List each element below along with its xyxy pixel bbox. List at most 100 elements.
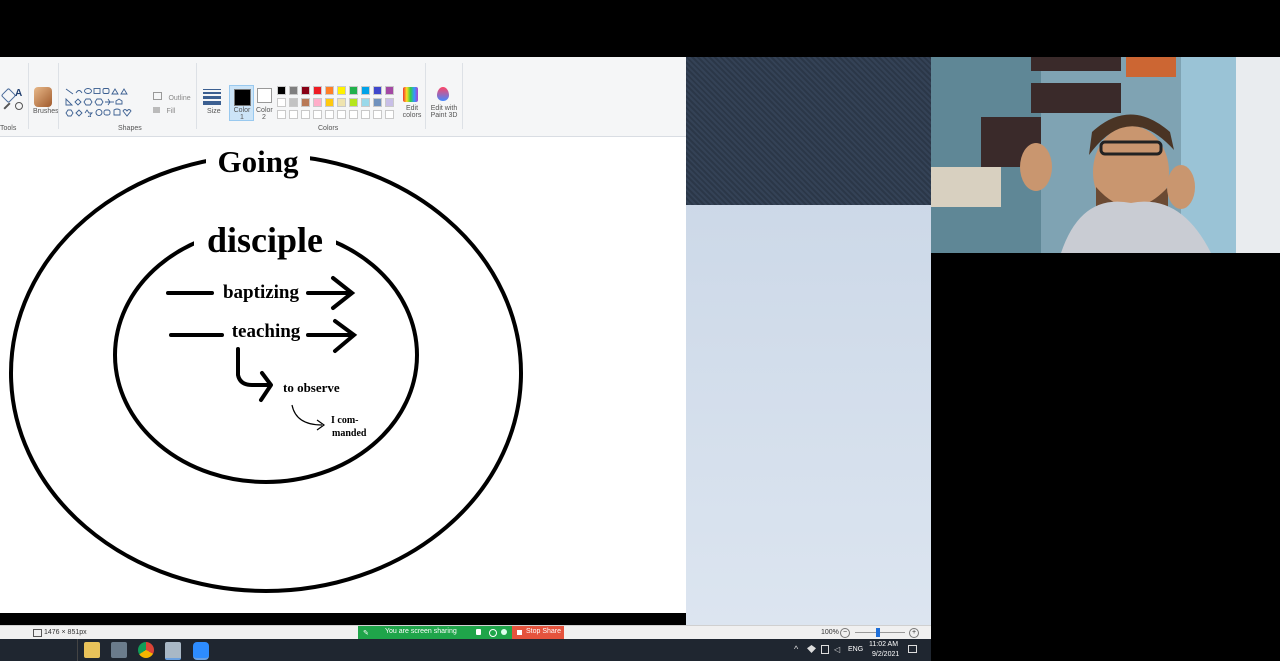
screen-share-bar: ✎ You are screen sharing Stop Share bbox=[358, 626, 564, 639]
custom-palette-swatch[interactable] bbox=[349, 110, 358, 119]
notification-icon[interactable] bbox=[908, 645, 917, 653]
commanded-label-line1: I com- bbox=[331, 415, 359, 426]
custom-palette-swatch[interactable] bbox=[385, 110, 394, 119]
palette-swatch[interactable] bbox=[313, 86, 322, 95]
fill-tool-icon[interactable] bbox=[0, 87, 17, 104]
clock-date[interactable]: 9/2/2021 bbox=[872, 651, 899, 658]
language-indicator[interactable]: ENG bbox=[848, 646, 863, 653]
going-label: Going bbox=[218, 144, 299, 179]
palette-swatch[interactable] bbox=[361, 98, 370, 107]
audio-icon[interactable] bbox=[476, 629, 481, 635]
tools-group-label: Tools bbox=[0, 125, 17, 132]
teaching-label: teaching bbox=[232, 321, 301, 342]
custom-palette-swatch[interactable] bbox=[313, 110, 322, 119]
paint3d-icon[interactable] bbox=[437, 87, 449, 101]
stop-share-label: Stop Share bbox=[526, 628, 562, 635]
more-icon[interactable] bbox=[501, 629, 507, 635]
palette-swatch[interactable] bbox=[337, 98, 346, 107]
outline-icon bbox=[153, 92, 162, 100]
brushes-label[interactable]: Brushes bbox=[33, 108, 59, 115]
colors-group-label: Colors bbox=[318, 125, 339, 132]
color2-label: Color 2 bbox=[256, 107, 273, 121]
palette-swatch[interactable] bbox=[361, 86, 370, 95]
palette-swatch[interactable] bbox=[277, 98, 286, 107]
taskbar-divider bbox=[77, 639, 78, 661]
paint-icon[interactable] bbox=[165, 642, 181, 660]
zoom-slider-thumb[interactable] bbox=[876, 628, 880, 637]
palette-swatch[interactable] bbox=[325, 98, 334, 107]
custom-palette-swatch[interactable] bbox=[289, 110, 298, 119]
disciple-label: disciple bbox=[207, 220, 323, 260]
baptizing-label: baptizing bbox=[223, 282, 300, 303]
commanded-arrow bbox=[291, 404, 326, 431]
clock-time[interactable]: 11:02 AM bbox=[869, 641, 898, 648]
sharing-indicator: ✎ You are screen sharing bbox=[358, 626, 512, 639]
palette-swatch[interactable] bbox=[373, 86, 382, 95]
webcam-video bbox=[931, 57, 1280, 253]
palette-swatch[interactable] bbox=[385, 86, 394, 95]
palette-swatch[interactable] bbox=[289, 98, 298, 107]
stop-share-button[interactable]: Stop Share bbox=[512, 626, 564, 639]
palette-swatch[interactable] bbox=[349, 98, 358, 107]
color-palette[interactable] bbox=[277, 86, 403, 122]
drawing-svg: Going disciple baptizing teaching to obs… bbox=[9, 143, 523, 593]
color-picker-icon[interactable] bbox=[3, 102, 11, 110]
custom-palette-swatch[interactable] bbox=[301, 110, 310, 119]
shapes-icons bbox=[65, 88, 132, 120]
file-explorer-icon[interactable] bbox=[84, 642, 100, 658]
observe-arrow bbox=[236, 347, 273, 402]
custom-palette-swatch[interactable] bbox=[325, 110, 334, 119]
custom-palette-swatch[interactable] bbox=[361, 110, 370, 119]
chevron-up-icon[interactable]: ^ bbox=[794, 644, 798, 654]
brushes-icon[interactable] bbox=[34, 87, 52, 107]
volume-icon[interactable]: ◁ bbox=[834, 645, 840, 654]
zoom-in-button[interactable]: + bbox=[909, 628, 919, 638]
palette-swatch[interactable] bbox=[313, 98, 322, 107]
shapes-group-label: Shapes bbox=[118, 125, 142, 132]
size-icon[interactable] bbox=[203, 89, 221, 105]
magnifier-icon[interactable] bbox=[15, 102, 23, 110]
pause-icon[interactable] bbox=[489, 629, 497, 637]
edit-colors-label[interactable]: Edit colors bbox=[402, 105, 422, 119]
custom-palette-swatch[interactable] bbox=[337, 110, 346, 119]
shapes-gallery[interactable] bbox=[64, 87, 146, 120]
stop-icon bbox=[517, 630, 522, 635]
palette-swatch[interactable] bbox=[277, 86, 286, 95]
app-icon[interactable] bbox=[111, 642, 127, 658]
observe-label: to observe bbox=[283, 380, 340, 395]
palette-swatch[interactable] bbox=[301, 86, 310, 95]
color2-button[interactable] bbox=[257, 88, 272, 103]
palette-swatch[interactable] bbox=[325, 86, 334, 95]
paint-canvas[interactable]: Going disciple baptizing teaching to obs… bbox=[0, 137, 686, 613]
webcam-scene bbox=[931, 57, 1280, 253]
text-tool-icon[interactable]: A bbox=[15, 88, 22, 99]
edit-paint3d-label[interactable]: Edit with Paint 3D bbox=[430, 105, 458, 119]
fill-dropdown[interactable]: Fill bbox=[153, 100, 176, 118]
paint-ribbon: A Tools Brushes Outline Fill Shapes Size bbox=[0, 57, 686, 137]
zoom-out-button[interactable]: − bbox=[840, 628, 850, 638]
zoom-slider[interactable] bbox=[855, 632, 905, 633]
zoom-app-icon[interactable] bbox=[193, 642, 209, 660]
custom-palette-swatch[interactable] bbox=[277, 110, 286, 119]
inner-circle bbox=[113, 226, 419, 484]
fill-label: Fill bbox=[166, 108, 176, 115]
sharing-message: You are screen sharing bbox=[385, 628, 457, 635]
palette-swatch[interactable] bbox=[373, 98, 382, 107]
dark-pattern-panel bbox=[686, 57, 931, 205]
canvas-dimensions: 1476 × 851px bbox=[44, 629, 87, 636]
chrome-icon[interactable] bbox=[138, 642, 154, 658]
zoom-level: 100% bbox=[821, 629, 839, 636]
commanded-label-line2: manded bbox=[332, 428, 367, 439]
network-icon[interactable] bbox=[821, 645, 829, 654]
share-icon: ✎ bbox=[363, 630, 369, 637]
palette-swatch[interactable] bbox=[289, 86, 298, 95]
size-label: Size bbox=[207, 108, 221, 115]
palette-swatch[interactable] bbox=[385, 98, 394, 107]
palette-swatch[interactable] bbox=[301, 98, 310, 107]
fill-icon bbox=[153, 107, 160, 113]
custom-palette-swatch[interactable] bbox=[373, 110, 382, 119]
palette-swatch[interactable] bbox=[349, 86, 358, 95]
palette-swatch[interactable] bbox=[337, 86, 346, 95]
edit-colors-icon[interactable] bbox=[403, 87, 418, 102]
color1-label: Color 1 bbox=[233, 107, 251, 121]
